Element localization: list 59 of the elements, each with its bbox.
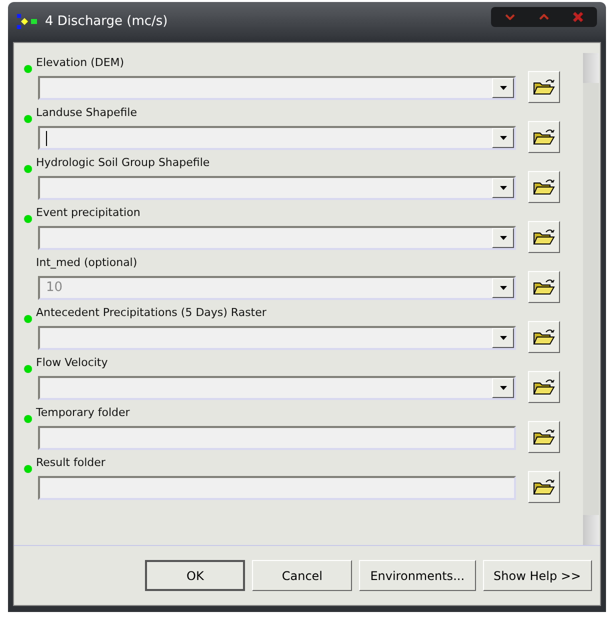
folder-icon [533, 228, 555, 246]
dialog-button[interactable]: Show Help >> [482, 560, 592, 591]
folder-icon [533, 178, 555, 196]
browse-folder-button[interactable] [528, 171, 560, 203]
browse-folder-button[interactable] [528, 221, 560, 253]
folder-icon [533, 128, 555, 146]
parameter-label: Int_med (optional) [36, 254, 138, 271]
dropdown-field[interactable] [38, 226, 516, 250]
dropdown-field[interactable] [38, 176, 516, 200]
parameter-label: Event precipitation [36, 204, 140, 221]
folder-icon [533, 78, 555, 96]
caret-icon [500, 186, 506, 190]
dropdown-field[interactable] [38, 126, 516, 150]
window-title: 4 Discharge (mc/s) [45, 13, 168, 32]
dropdown-button[interactable] [492, 278, 514, 298]
dropdown-button[interactable] [492, 178, 514, 198]
scrollbar[interactable] [583, 53, 599, 545]
folder-icon [533, 278, 555, 296]
chevron-down-icon [505, 14, 515, 20]
browse-folder-button[interactable] [528, 121, 560, 153]
input-field[interactable] [38, 476, 516, 500]
parameter-label: Hydrologic Soil Group Shapefile [36, 154, 210, 171]
parameter-label: Temporary folder [36, 404, 130, 421]
tool-icon [17, 13, 39, 31]
caret-icon [500, 336, 506, 340]
input-field[interactable] [38, 426, 516, 450]
dropdown-field[interactable] [38, 76, 516, 100]
caret-icon [500, 136, 506, 140]
parameter-label: Landuse Shapefile [36, 104, 137, 121]
parameter-label: Flow Velocity [36, 354, 108, 371]
browse-folder-button[interactable] [528, 321, 560, 353]
dropdown-button[interactable] [492, 328, 514, 348]
folder-icon [533, 478, 555, 496]
dialog-button[interactable]: Cancel [252, 560, 352, 591]
dialog-button[interactable]: Environments... [359, 560, 476, 591]
caret-icon [500, 236, 506, 240]
parameter-label: Antecedent Precipitations (5 Days) Raster [36, 304, 266, 321]
caret-icon [500, 86, 506, 90]
browse-folder-button[interactable] [528, 71, 560, 103]
dropdown-button[interactable] [492, 378, 514, 398]
dropdown-button[interactable] [492, 128, 514, 148]
caret-icon [500, 386, 506, 390]
folder-icon [533, 328, 555, 346]
dropdown-field[interactable] [38, 376, 516, 400]
parameter-label: Elevation (DEM) [36, 54, 124, 71]
folder-icon [533, 428, 555, 446]
dropdown-button[interactable] [492, 78, 514, 98]
chevron-up-icon [539, 14, 549, 20]
close-icon [573, 12, 583, 22]
browse-folder-button[interactable] [528, 421, 560, 453]
browse-folder-button[interactable] [528, 471, 560, 503]
dropdown-field[interactable] [38, 326, 516, 350]
dropdown-button[interactable] [492, 228, 514, 248]
dialog-button[interactable]: OK [145, 560, 246, 591]
browse-folder-button[interactable] [528, 271, 560, 303]
parameter-label: Result folder [36, 454, 106, 471]
caret-icon [500, 286, 506, 290]
folder-icon [533, 378, 555, 396]
browse-folder-button[interactable] [528, 371, 560, 403]
